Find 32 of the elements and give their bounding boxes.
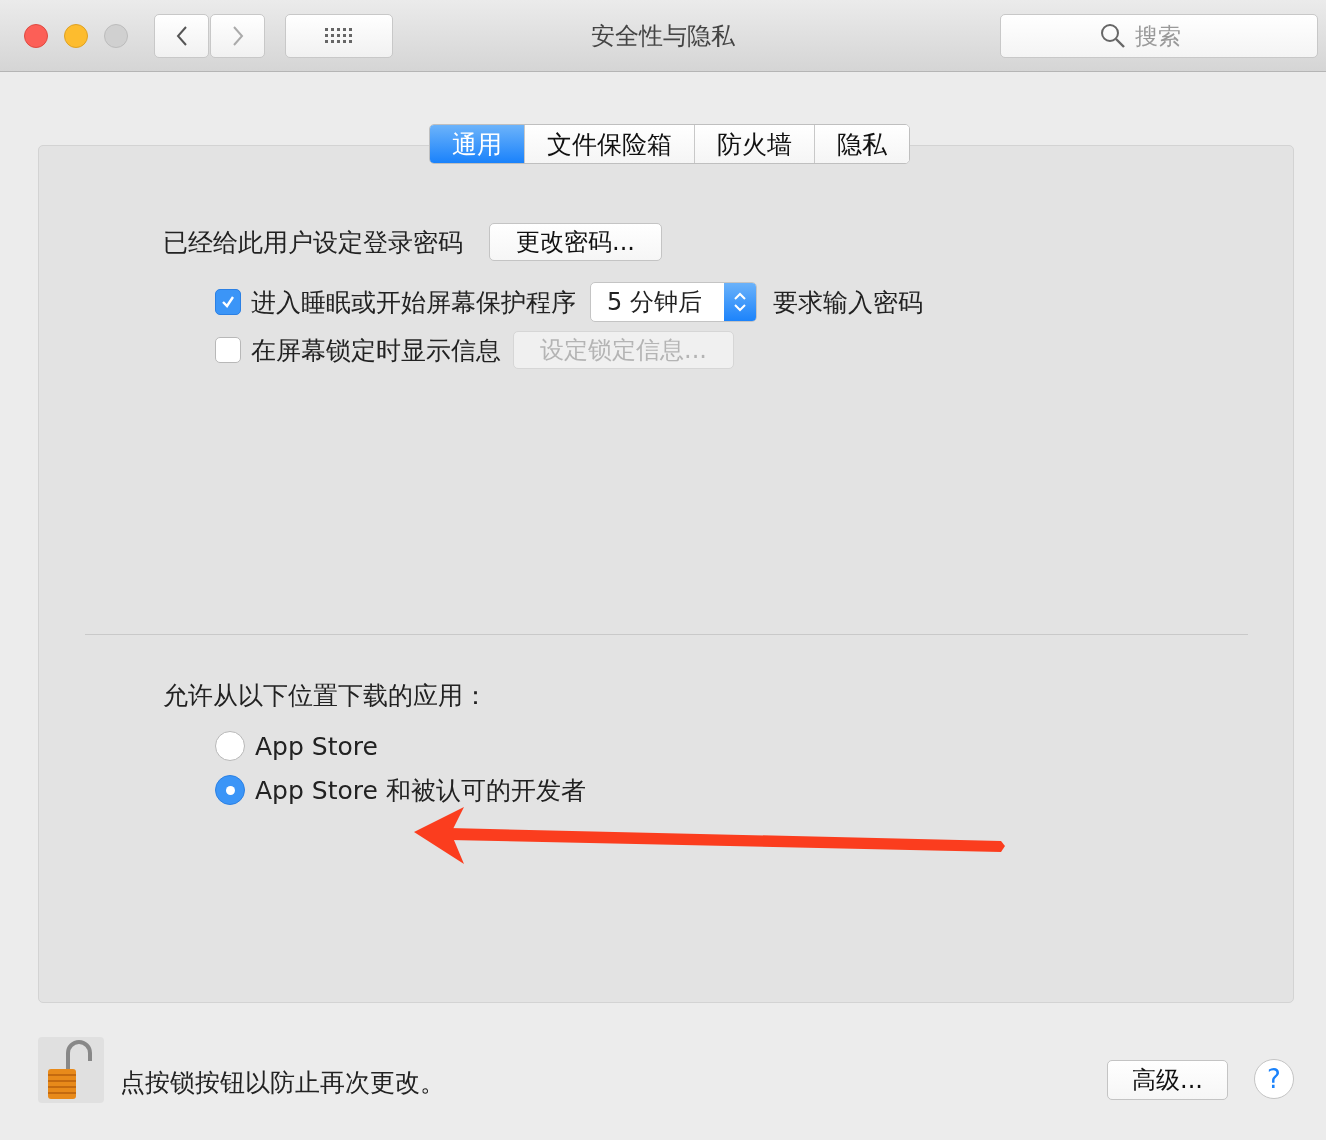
- downloads-label: 允许从以下位置下载的应用：: [163, 680, 489, 712]
- checkbox[interactable]: [215, 289, 241, 315]
- window-title: 安全性与隐私: [591, 20, 735, 52]
- chevron-right-icon: [230, 24, 245, 47]
- radio-button[interactable]: [215, 775, 245, 805]
- show-all-button[interactable]: [285, 13, 393, 58]
- lock-message: 点按锁按钮以防止再次更改。: [120, 1066, 445, 1099]
- grid-icon: [324, 26, 354, 45]
- chevron-left-icon: [174, 24, 189, 47]
- minimize-icon[interactable]: [64, 23, 88, 48]
- tab[interactable]: 防火墙: [694, 125, 815, 163]
- padlock-icon[interactable]: [38, 1037, 104, 1103]
- delay-select[interactable]: 5 分钟后: [590, 282, 757, 322]
- checkbox-label: 进入睡眠或开始屏幕保护程序: [251, 286, 576, 319]
- tab[interactable]: 文件保险箱: [524, 125, 695, 163]
- forward-button[interactable]: [210, 13, 265, 58]
- change-password-button[interactable]: 更改密码...: [489, 223, 662, 261]
- checkbox-label: 在屏幕锁定时显示信息: [251, 334, 501, 367]
- advanced-button[interactable]: 高级...: [1107, 1060, 1228, 1100]
- close-icon[interactable]: [24, 23, 48, 48]
- stepper-icon: [723, 283, 756, 321]
- search-icon: [1100, 22, 1126, 49]
- tab[interactable]: 隐私: [814, 125, 909, 163]
- search-field[interactable]: 搜索: [1000, 13, 1318, 58]
- radio-button[interactable]: [215, 731, 245, 761]
- radio-label: App Store: [255, 731, 378, 761]
- help-button[interactable]: ?: [1254, 1059, 1294, 1099]
- password-label: 已经给此用户设定登录密码: [163, 226, 463, 259]
- require-password-label: 要求输入密码: [772, 286, 923, 319]
- radio-label: App Store 和被认可的开发者: [255, 774, 586, 807]
- zoom-icon[interactable]: [104, 23, 128, 48]
- back-button[interactable]: [154, 13, 209, 58]
